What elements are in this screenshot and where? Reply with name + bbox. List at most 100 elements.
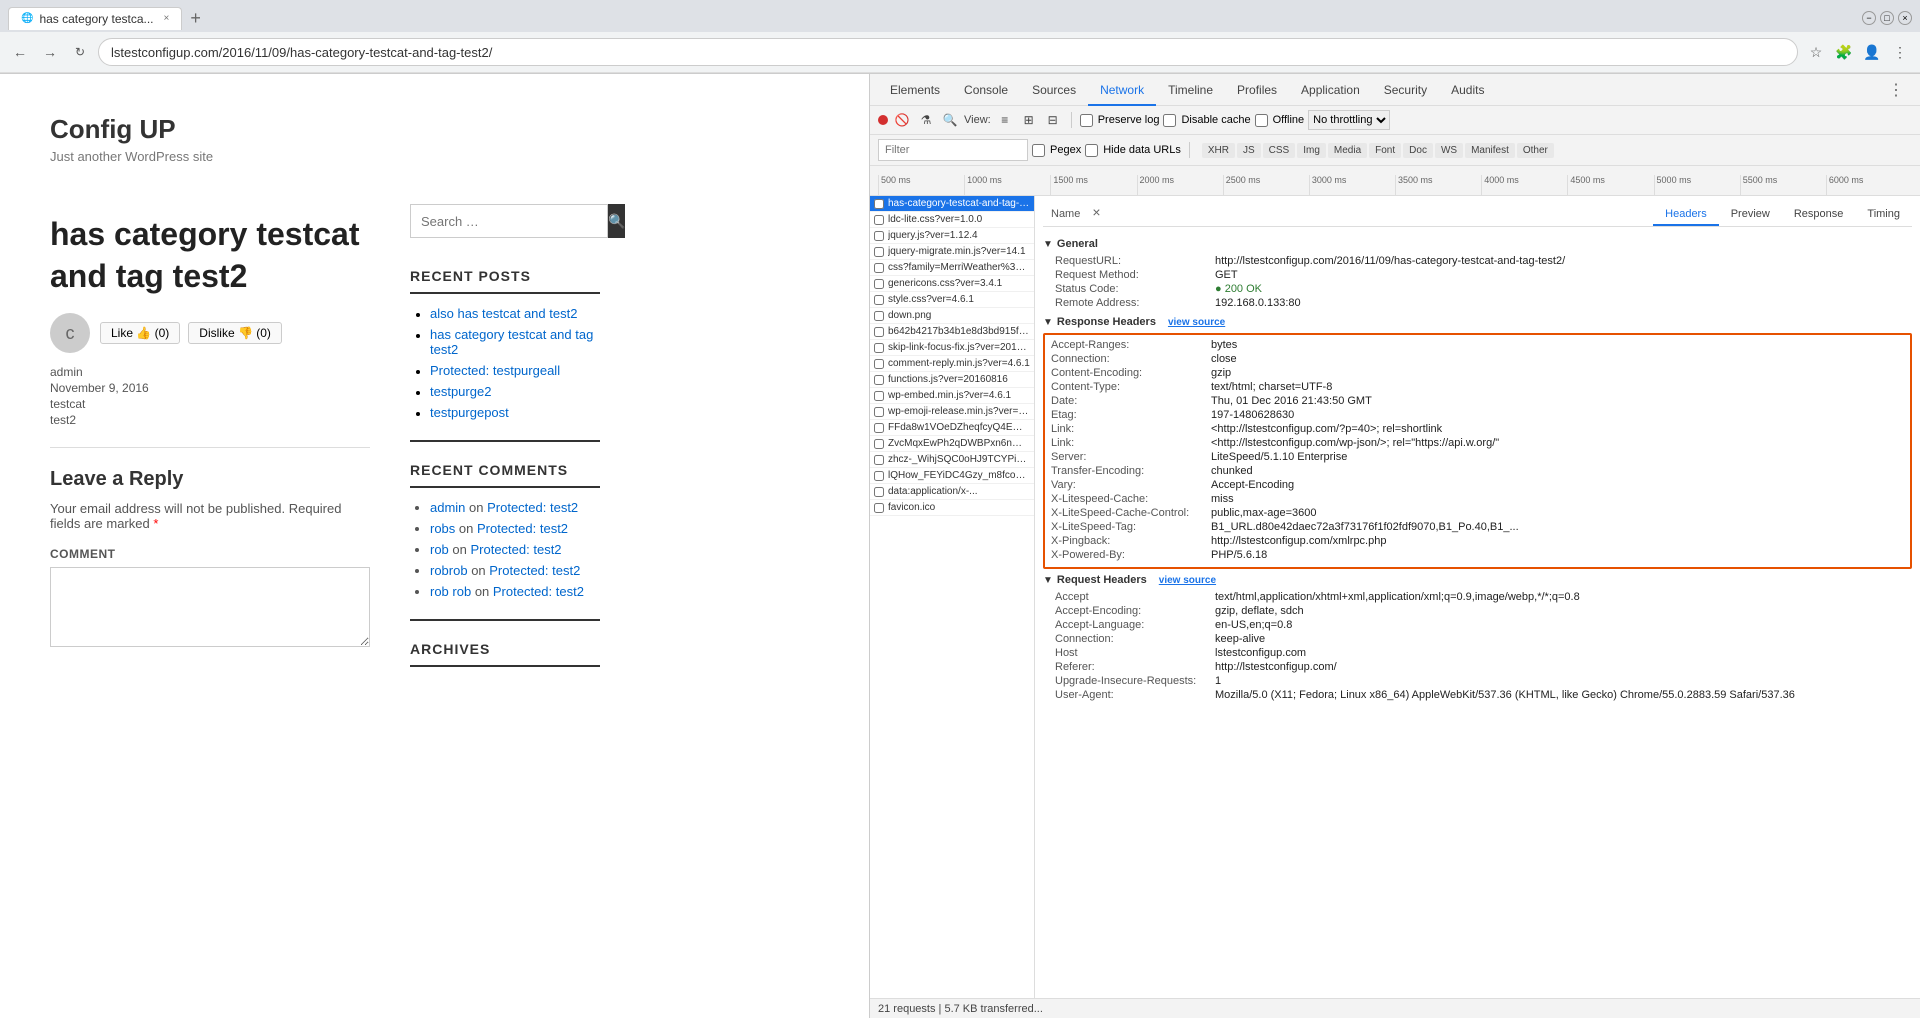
tab-application[interactable]: Application: [1289, 74, 1372, 106]
extensions-button[interactable]: 🧩: [1832, 40, 1856, 64]
recent-post-link-1[interactable]: also has testcat and test2: [430, 306, 577, 321]
record-button[interactable]: [878, 115, 888, 125]
comment-post-4[interactable]: Protected: test2: [489, 563, 580, 578]
search-input[interactable]: [410, 204, 608, 238]
network-item-8[interactable]: down.png: [870, 308, 1034, 324]
comment-post-1[interactable]: Protected: test2: [487, 500, 578, 515]
comment-textarea[interactable]: [50, 567, 370, 647]
menu-button[interactable]: ⋮: [1888, 40, 1912, 64]
search-button-dt[interactable]: 🔍: [940, 110, 960, 130]
comment-author-2[interactable]: robs: [430, 521, 455, 536]
detail-tab-preview[interactable]: Preview: [1719, 204, 1782, 226]
tab-audits[interactable]: Audits: [1439, 74, 1496, 106]
close-button[interactable]: ×: [1898, 11, 1912, 25]
filter-ws[interactable]: WS: [1435, 143, 1463, 158]
devtools-more-button[interactable]: ⋮: [1880, 80, 1912, 100]
net-checkbox-12[interactable]: [874, 375, 884, 385]
tab-close-button[interactable]: ×: [164, 13, 170, 24]
detail-tab-response[interactable]: Response: [1782, 204, 1856, 226]
network-item-16[interactable]: ZvcMqxEwPh2qDWBPxn6nmNu...: [870, 436, 1034, 452]
net-checkbox-7[interactable]: [874, 295, 884, 305]
net-checkbox-18[interactable]: [874, 471, 884, 481]
recent-post-link-2[interactable]: has category testcat and tag test2: [430, 327, 593, 357]
comment-post-2[interactable]: Protected: test2: [477, 521, 568, 536]
net-checkbox-1[interactable]: [874, 199, 884, 209]
net-checkbox-3[interactable]: [874, 231, 884, 241]
view-detail-button[interactable]: ⊞: [1019, 110, 1039, 130]
comment-author-4[interactable]: robrob: [430, 563, 468, 578]
network-item-4[interactable]: jquery-migrate.min.js?ver=14.1: [870, 244, 1034, 260]
like-button[interactable]: Like 👍 (0): [100, 322, 180, 344]
comment-author-5[interactable]: rob rob: [430, 584, 471, 599]
tab-sources[interactable]: Sources: [1020, 74, 1088, 106]
network-item-7[interactable]: style.css?ver=4.6.1: [870, 292, 1034, 308]
tab-profiles[interactable]: Profiles: [1225, 74, 1289, 106]
filter-input[interactable]: [878, 139, 1028, 161]
network-item-19[interactable]: data:application/x-...: [870, 484, 1034, 500]
search-button[interactable]: 🔍: [608, 204, 625, 238]
net-checkbox-4[interactable]: [874, 247, 884, 257]
net-checkbox-16[interactable]: [874, 439, 884, 449]
net-checkbox-19[interactable]: [874, 487, 884, 497]
network-item-6[interactable]: genericons.css?ver=3.4.1: [870, 276, 1034, 292]
recent-post-link-4[interactable]: testpurge2: [430, 384, 491, 399]
request-headers-section-header[interactable]: ▼ Request Headers view source: [1043, 571, 1912, 589]
network-item-2[interactable]: ldc-lite.css?ver=1.0.0: [870, 212, 1034, 228]
network-item-13[interactable]: wp-embed.min.js?ver=4.6.1: [870, 388, 1034, 404]
filter-other[interactable]: Other: [1517, 143, 1554, 158]
net-checkbox-6[interactable]: [874, 279, 884, 289]
tab-elements[interactable]: Elements: [878, 74, 952, 106]
network-item-14[interactable]: wp-emoji-release.min.js?ver=4.6.1: [870, 404, 1034, 420]
filter-js[interactable]: JS: [1237, 143, 1261, 158]
back-button[interactable]: ←: [8, 40, 32, 64]
filter-manifest[interactable]: Manifest: [1465, 143, 1515, 158]
net-checkbox-20[interactable]: [874, 503, 884, 513]
network-item-20[interactable]: favicon.ico: [870, 500, 1034, 516]
offline-checkbox[interactable]: [1255, 114, 1268, 127]
bookmark-button[interactable]: ☆: [1804, 40, 1828, 64]
filter-css[interactable]: CSS: [1263, 143, 1296, 158]
view-waterfall-button[interactable]: ⊟: [1043, 110, 1063, 130]
filter-xhr[interactable]: XHR: [1202, 143, 1235, 158]
network-item-9[interactable]: b642b4217b34b1e8d3bd915fc65...: [870, 324, 1034, 340]
network-item-3[interactable]: jquery.js?ver=1.12.4: [870, 228, 1034, 244]
filter-img[interactable]: Img: [1297, 143, 1326, 158]
net-checkbox-5[interactable]: [874, 263, 884, 273]
tab-console[interactable]: Console: [952, 74, 1020, 106]
active-tab[interactable]: 🌐 has category testca... ×: [8, 7, 182, 30]
comment-post-5[interactable]: Protected: test2: [493, 584, 584, 599]
minimize-button[interactable]: −: [1862, 11, 1876, 25]
net-checkbox-2[interactable]: [874, 215, 884, 225]
detail-tab-timing[interactable]: Timing: [1855, 204, 1912, 226]
clear-button[interactable]: 🚫: [892, 110, 912, 130]
network-item-11[interactable]: comment-reply.min.js?ver=4.6.1: [870, 356, 1034, 372]
recent-post-link-5[interactable]: testpurgepost: [430, 405, 509, 420]
tab-network[interactable]: Network: [1088, 74, 1156, 106]
comment-author-3[interactable]: rob: [430, 542, 449, 557]
forward-button[interactable]: →: [38, 40, 62, 64]
net-checkbox-17[interactable]: [874, 455, 884, 465]
regex-checkbox[interactable]: [1032, 144, 1045, 157]
net-checkbox-13[interactable]: [874, 391, 884, 401]
network-item-18[interactable]: lQHow_FEYiDC4Gzy_m8fcoWM...: [870, 468, 1034, 484]
net-checkbox-9[interactable]: [874, 327, 884, 337]
network-item-5[interactable]: css?family=MerriWeather%3A40...: [870, 260, 1034, 276]
net-checkbox-14[interactable]: [874, 407, 884, 417]
net-checkbox-15[interactable]: [874, 423, 884, 433]
request-headers-view-source[interactable]: view source: [1159, 575, 1216, 586]
response-headers-section-header[interactable]: ▼ Response Headers view source: [1043, 313, 1912, 331]
maximize-button[interactable]: □: [1880, 11, 1894, 25]
dislike-button[interactable]: Dislike 👎 (0): [188, 322, 282, 344]
throttling-select[interactable]: No throttling: [1308, 110, 1390, 130]
network-item-17[interactable]: zhcz-_WihjSQC0oHJ9TCYPi_vA...: [870, 452, 1034, 468]
general-section-header[interactable]: ▼ General: [1043, 235, 1912, 253]
net-checkbox-10[interactable]: [874, 343, 884, 353]
response-headers-view-source[interactable]: view source: [1168, 317, 1225, 328]
comment-author-1[interactable]: admin: [430, 500, 465, 515]
filter-font[interactable]: Font: [1369, 143, 1401, 158]
recent-post-link-3[interactable]: Protected: testpurgeall: [430, 363, 560, 378]
detail-tab-headers[interactable]: Headers: [1653, 204, 1719, 226]
filter-media[interactable]: Media: [1328, 143, 1367, 158]
reload-button[interactable]: ↻: [68, 40, 92, 64]
network-item-1[interactable]: has-category-testcat-and-tag-te...: [870, 196, 1034, 212]
